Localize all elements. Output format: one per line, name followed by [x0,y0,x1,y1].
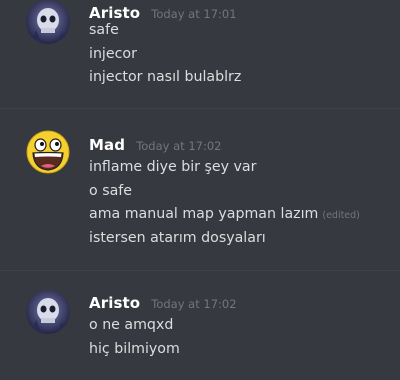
message-text: inflame diye bir şey var [89,159,257,175]
message-header: Aristo Today at 17:02 [89,293,237,312]
timestamp: Today at 17:02 [151,297,237,311]
timestamp: Today at 17:02 [136,139,222,153]
username[interactable]: Aristo [89,294,140,312]
timestamp: Today at 17:01 [151,7,237,21]
user-avatar[interactable] [26,130,70,174]
message-text: istersen atarım dosyaları [89,230,266,246]
awesome-face-avatar-icon [26,130,70,174]
username[interactable]: Mad [89,136,125,154]
user-avatar[interactable] [26,290,70,334]
user-avatar[interactable] [26,0,70,44]
message-divider [0,270,400,271]
message-text: o safe [89,183,132,199]
message-text: hiç bilmiyom [89,341,180,357]
message-text: ama manual map yapman lazım [89,206,319,222]
message-text: o ne amqxd [89,317,174,333]
chat-messages: Aristo Today at 17:01 safe injecor injec… [0,0,400,380]
edited-label: (edited) [322,210,360,221]
message-header: Mad Today at 17:02 [89,135,221,154]
skull-avatar-icon [26,290,70,334]
message-text: safe [89,22,119,38]
message-group: Aristo Today at 17:02 o ne amqxd hiç bil… [0,288,400,368]
skull-avatar-icon [26,0,70,44]
message-group: Mad Today at 17:02 inflame diye bir şey … [0,130,400,260]
message-text: injecor [89,46,137,62]
message-text-edited: ama manual map yapman lazım (edited) [89,206,360,222]
username[interactable]: Aristo [89,4,140,22]
message-header: Aristo Today at 17:01 [89,3,237,22]
message-group: Aristo Today at 17:01 safe injecor injec… [0,0,400,100]
message-divider [0,108,400,109]
message-text: injector nasıl bulablrz [89,69,242,85]
